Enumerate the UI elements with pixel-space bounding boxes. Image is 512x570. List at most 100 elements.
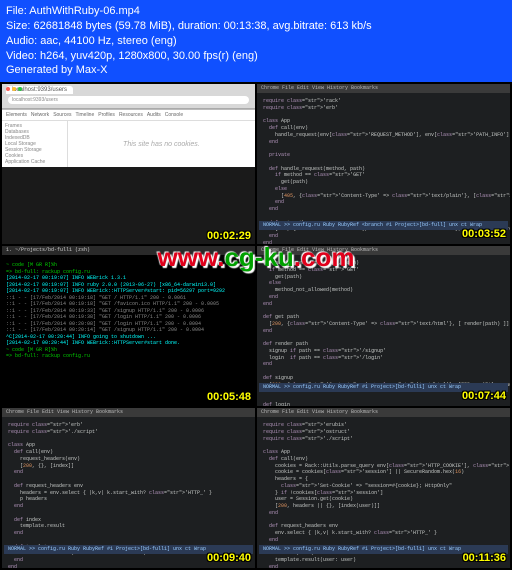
code-line: require class="str">'./script' [263,436,504,443]
code-line: require class="str">'erb' [263,105,504,112]
code-line: get(path) [263,179,504,186]
code-line: private [263,152,504,159]
code-line: class="str">'Set-Cookie' => "session=#{c… [263,483,504,490]
devtools-tab[interactable]: Profiles [98,112,115,118]
code-line: end [263,361,504,368]
code-line: if method == class="str">'GET' [263,172,504,179]
code-line: def call(env) [263,125,504,132]
code-line: template.result [8,523,249,530]
code-line: env.select { |k,v| k.start_with? class="… [263,530,504,537]
code-line: def call(env) [8,449,249,456]
code-line: cookie = cookies[class="str">'session'] … [263,469,504,476]
code-line: login if path == class="str">'/login' [263,355,504,362]
code-line: def request_headers env [8,483,249,490]
terminal-line: => bd-full: rackup config.ru [6,353,251,360]
code-line: headers = { [263,476,504,483]
code-line: def index [8,517,249,524]
devtools-side-item[interactable]: Application Cache [4,159,65,165]
thumb-2: Chrome File Edit View History Bookmarks … [257,84,510,244]
code-line: end [263,537,504,544]
code-line: end [263,206,504,213]
code-line: def get path [263,314,504,321]
mac-menubar: Chrome File Edit View History Bookmarks [257,246,510,255]
audio-line: Audio: aac, 44100 Hz, stereo (eng) [6,34,506,49]
code-line: class App [8,442,249,449]
code-line: request_headers(env) [8,456,249,463]
code-line: [405, {class="str">'Content-Type' => cla… [263,193,504,200]
thumb-1: localhost:9393/users localhost:9393/user… [2,84,255,244]
browser-window: localhost:9393/users localhost:9393/user… [2,84,255,167]
code-line: headers = env.select { |k,v| k.start_wit… [8,490,249,497]
code-line [263,213,504,220]
thumb-3: 1. ~/Projects/bd-full1 (zsh) ~ code [M G… [2,246,255,406]
browser-chrome: localhost:9393/users localhost:9393/user… [2,84,255,109]
timestamp: 00:09:40 [207,551,251,566]
code-line: user = Session.get(cookie) [263,496,504,503]
code-line [263,307,504,314]
code-line: end [263,328,504,335]
code-line: def call(env) [263,456,504,463]
terminal-content[interactable]: ~ code [M GR R]%h=> bd-full: rackup conf… [6,262,251,360]
code-line: method_not_allowed(method) [263,287,504,294]
devtools-content: This site has no cookies. [68,121,255,167]
code-line: def handle_request(method, path) [263,166,504,173]
generated-line: Generated by Max-X [6,63,506,78]
code-line: require class="str">'rack' [263,98,504,105]
mac-menubar: Chrome File Edit View History Bookmarks [257,84,510,93]
timestamp: 00:02:29 [207,230,251,242]
code-line: cookies = Rack::Utils.parse_query env[cl… [263,463,504,470]
timestamp: 00:11:36 [463,551,506,566]
code-line: require class="str">'./script' [8,429,249,436]
code-line [8,510,249,517]
devtools-tab[interactable]: Elements [6,112,27,118]
code-line: def render path [263,341,504,348]
code-line: def request_headers env [263,523,504,530]
code-line [263,368,504,375]
code-line: get(path) [263,274,504,281]
code-line: def signup [263,375,504,382]
file-line: File: AuthWithRuby-06.mp4 [6,4,506,19]
devtools-tab[interactable]: Resources [119,112,143,118]
code-line: } if !cookies[class="str">'session'] [263,490,504,497]
video-line: Video: h264, yuv420p, 1280x800, 30.00 fp… [6,49,506,64]
thumb-5: Chrome File Edit View History Bookmarks … [2,408,255,568]
code-line: class App [263,118,504,125]
mac-menubar: Chrome File Edit View History Bookmarks [2,408,255,417]
code-line: signup if path == class="str">'/signup' [263,348,504,355]
code-line: end [263,294,504,301]
code-line [263,517,504,524]
code-line [8,436,249,443]
devtools-tabs[interactable]: Elements Network Sources TimelineProfiles Re… [2,110,255,121]
code-line: else [263,280,504,287]
code-line: end [8,469,249,476]
code-line: def handle_request(method, path) [263,260,504,267]
devtools-tab[interactable]: Timeline [76,112,95,118]
devtools-tab[interactable]: Sources [53,112,71,118]
code-line: handle_request(env[class="str">'REQUEST_… [263,132,504,139]
timestamp: 00:07:44 [462,389,506,404]
code-line: end [8,530,249,537]
devtools-sidebar[interactable]: FramesDatabasesIndexedDBLocal StorageSes… [2,121,68,167]
code-line [8,476,249,483]
code-line [263,442,504,449]
code-line: end [263,139,504,146]
code-line [263,145,504,152]
code-line: [200, {class="str">'Content-Type' => cla… [263,321,504,328]
code-line: require class="str">'erubis' [263,422,504,429]
traffic-lights [6,87,22,91]
devtools-panel[interactable]: Elements Network Sources TimelineProfiles Re… [2,109,255,167]
thumb-4: Chrome File Edit View History Bookmarks … [257,246,510,406]
devtools-tab[interactable]: Audits [147,112,161,118]
code-line [263,159,504,166]
devtools-tab[interactable]: Network [31,112,49,118]
code-line: end [263,301,504,308]
thumbnail-grid: localhost:9393/users localhost:9393/user… [0,82,512,570]
media-info-header: File: AuthWithRuby-06.mp4 Size: 62681848… [0,0,512,82]
code-line: [200, headers || {}, [index(user)]] [263,503,504,510]
code-line: require class="str">'ostruct' [263,429,504,436]
browser-url[interactable]: localhost:9393/users [8,96,249,104]
code-line [8,537,249,544]
devtools-tab[interactable]: Console [165,112,183,118]
size-line: Size: 62681848 bytes (59.78 MiB), durati… [6,19,506,34]
code-line: else [263,186,504,193]
